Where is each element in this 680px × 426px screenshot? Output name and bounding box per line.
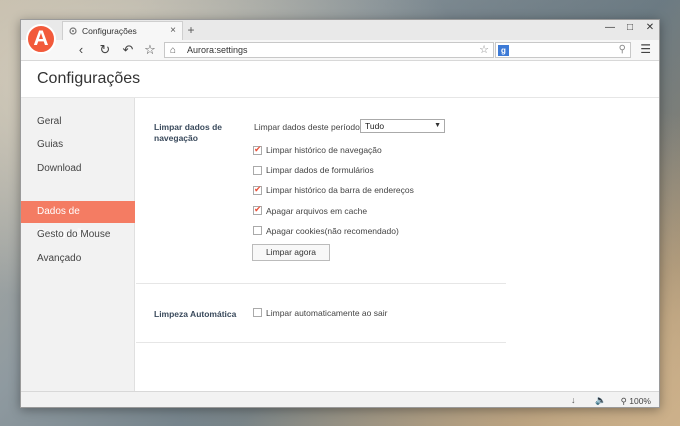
sidebar-item-gesto-do-mouse[interactable]: Gesto do Mouse (21, 224, 135, 246)
search-icon[interactable]: ⚲ (619, 44, 626, 55)
address-bar[interactable]: ⌂ Aurora:settings ☆ (164, 42, 494, 58)
clear-cache-label[interactable]: Apagar arquivos em cache (266, 206, 367, 216)
minimize-icon[interactable]: — (603, 22, 617, 33)
status-bar: ↓ 🔈 ⚲ 100% (21, 391, 659, 407)
close-window-icon[interactable]: ✕ (643, 22, 657, 33)
maximize-icon[interactable]: □ (623, 22, 637, 33)
period-label: Limpar dados deste período: (254, 122, 363, 132)
clear-forms-checkbox[interactable] (253, 166, 262, 175)
zoom-level[interactable]: ⚲ 100% (621, 396, 651, 407)
settings-sidebar: Geral Guias Download Dados de Navegações… (21, 98, 135, 391)
period-select[interactable]: Tudo ▼ (360, 119, 445, 133)
new-tab-button[interactable]: + (184, 22, 198, 38)
clear-cookies-label[interactable]: Apagar cookies(não recomendado) (266, 226, 399, 236)
tab-close-icon[interactable]: × (170, 25, 176, 36)
clear-data-section-label: Limpar dados de navegação (154, 122, 222, 144)
clear-address-history-checkbox[interactable] (253, 184, 262, 195)
clear-data-label-line2: navegação (154, 133, 198, 143)
undo-close-icon[interactable]: ↶ (120, 42, 136, 58)
volume-icon[interactable]: 🔈 (595, 395, 606, 406)
auto-clear-checkbox[interactable] (253, 308, 262, 317)
download-icon[interactable]: ↓ (571, 395, 576, 405)
address-star-icon[interactable]: ☆ (479, 43, 489, 57)
gear-icon (69, 27, 77, 35)
period-select-value: Tudo (365, 121, 385, 131)
browser-window: A Configurações × + — □ ✕ ‹ ↻ ↶ ☆ ⌂ Auro… (20, 19, 660, 408)
search-box[interactable]: g ⚲ (495, 42, 631, 58)
page-header: Configurações (21, 61, 659, 98)
clear-forms-label[interactable]: Limpar dados de formulários (266, 165, 374, 175)
settings-content: Limpar dados de navegação Limpar dados d… (136, 98, 659, 391)
clear-history-label[interactable]: Limpar histórico de navegação (266, 145, 382, 155)
bookmark-star-icon[interactable]: ☆ (142, 42, 158, 58)
section-divider (136, 283, 506, 284)
clear-data-label-line1: Limpar dados de (154, 122, 223, 132)
zoom-value: 100% (629, 396, 651, 406)
clear-history-checkbox[interactable] (253, 144, 262, 155)
clear-address-history-label[interactable]: Limpar histórico da barra de endereços (266, 185, 414, 195)
clear-now-button[interactable]: Limpar agora (252, 244, 330, 261)
auto-clear-section-label: Limpeza Automática (154, 309, 237, 319)
menu-icon[interactable]: ☰ (640, 42, 651, 56)
back-icon[interactable]: ‹ (73, 42, 89, 58)
tab-settings[interactable]: Configurações × (62, 21, 183, 40)
auto-clear-label[interactable]: Limpar automaticamente ao sair (266, 308, 387, 318)
page-title: Configurações (37, 70, 141, 87)
sidebar-item-avancado[interactable]: Avançado (21, 248, 135, 270)
tab-title: Configurações (82, 26, 137, 36)
sidebar-item-geral[interactable]: Geral (21, 111, 135, 133)
browser-logo[interactable]: A (26, 24, 56, 54)
navigation-toolbar: ‹ ↻ ↶ ☆ ⌂ Aurora:settings ☆ g ⚲ ☰ (21, 40, 659, 61)
clear-cookies-checkbox[interactable] (253, 226, 262, 235)
tab-strip: A Configurações × + — □ ✕ (21, 20, 659, 54)
address-text: Aurora:settings (187, 45, 248, 55)
search-engine-icon[interactable]: g (498, 45, 509, 56)
sidebar-item-guias[interactable]: Guias (21, 134, 135, 156)
sidebar-item-download[interactable]: Download (21, 158, 135, 180)
clear-cache-checkbox[interactable] (253, 204, 262, 215)
sidebar-item-dados-de-navegacoes[interactable]: Dados de Navegações (21, 201, 135, 239)
section-divider-bottom (136, 342, 506, 343)
chevron-down-icon: ▼ (434, 122, 441, 129)
home-icon[interactable]: ⌂ (170, 44, 176, 58)
reload-icon[interactable]: ↻ (97, 42, 113, 58)
